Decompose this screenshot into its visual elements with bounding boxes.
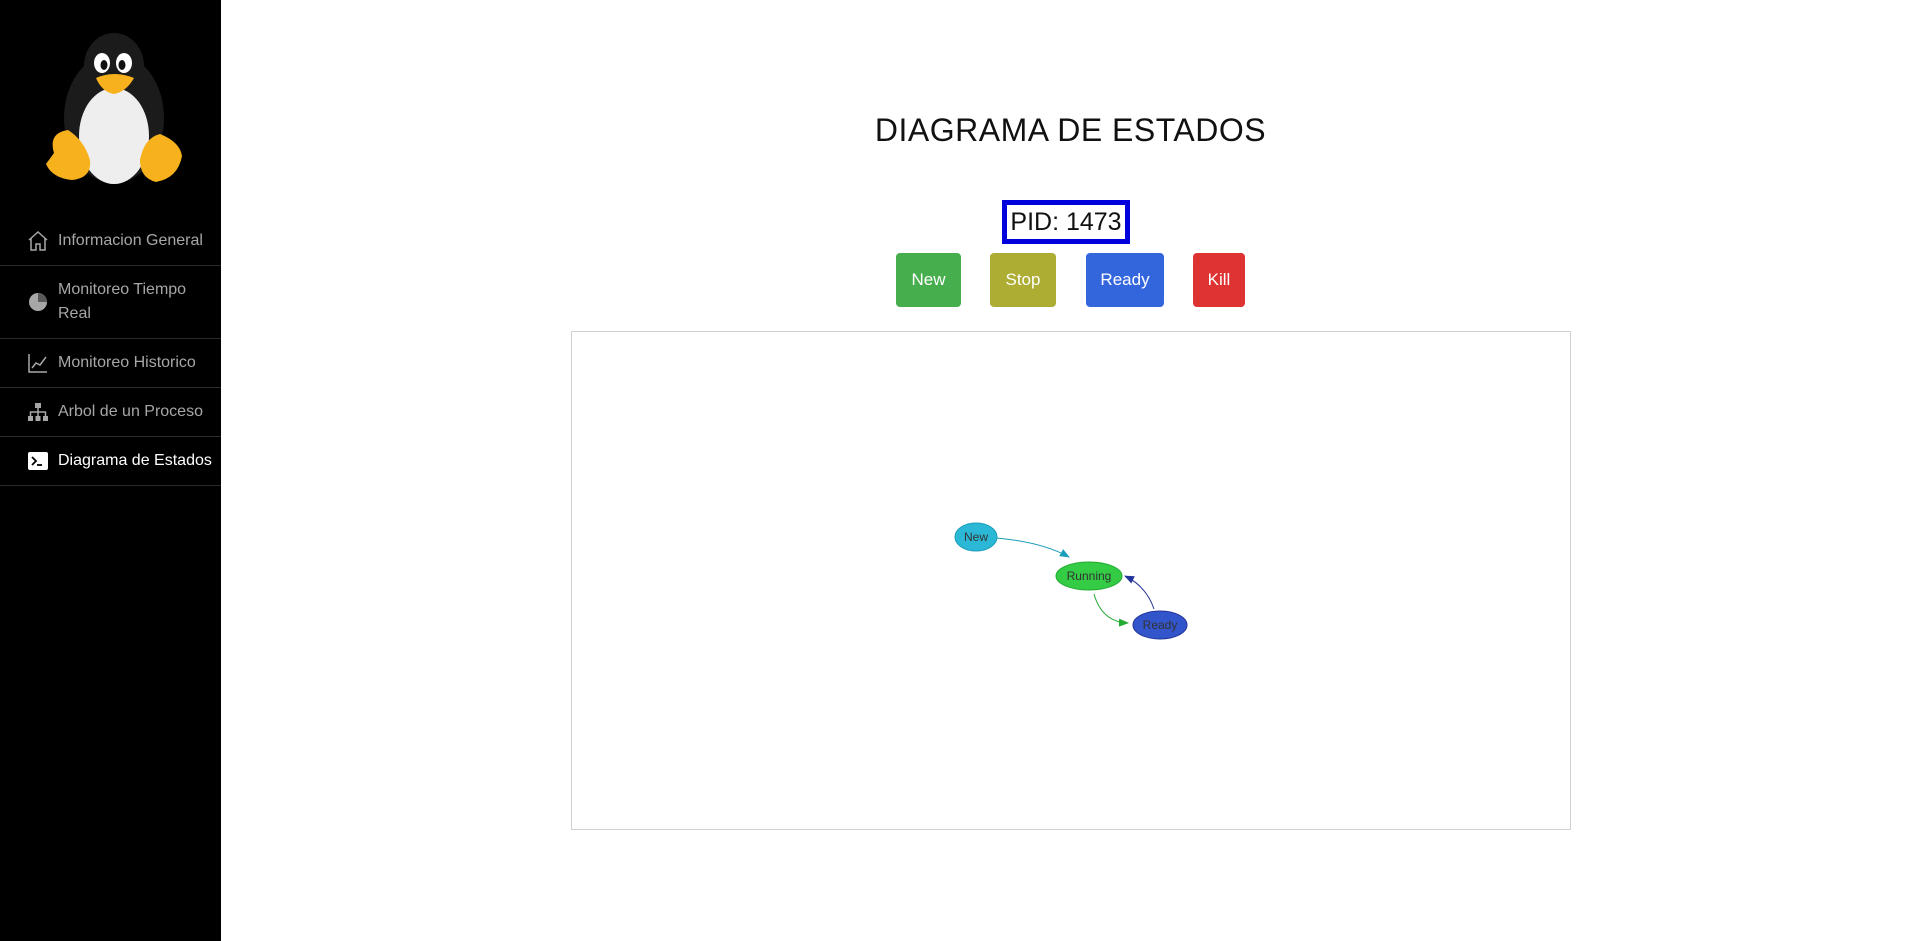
edge-ready-running [1124,575,1155,610]
kill-button[interactable]: Kill [1193,253,1245,307]
tux-penguin-logo [46,33,182,184]
terminal-icon [28,452,48,470]
state-diagram: New Running Ready [954,522,1188,640]
state-node-label: Running [1067,569,1112,583]
sitemap-icon [28,403,48,421]
sidebar-item-label: Informacion General [58,232,203,249]
sidebar-item-arbol-de-un-proceso[interactable]: Arbol de un Proceso [0,388,221,437]
line-chart-icon [28,354,47,373]
sidebar-item-label: Monitoreo Tiempo Real [58,281,187,322]
state-node-new[interactable]: New [954,522,998,552]
sidebar-item-monitoreo-tiempo-real[interactable]: Monitoreo Tiempo Real [0,266,221,339]
edge-new-running [995,537,1070,558]
ready-button[interactable]: Ready [1086,253,1164,307]
state-diagram-canvas[interactable]: New Running Ready [571,331,1571,830]
pie-chart-icon [29,293,47,311]
pid-label: PID: 1473 [1002,200,1130,244]
state-node-label: New [964,530,988,544]
new-button[interactable]: New [896,253,961,307]
state-node-label: Ready [1143,618,1178,632]
state-node-ready[interactable]: Ready [1132,610,1188,640]
sidebar-item-informacion-general[interactable]: Informacion General [0,217,221,266]
edge-running-ready [1093,593,1129,627]
page-title: DIAGRAMA DE ESTADOS [874,112,1267,148]
home-icon [28,230,48,251]
sidebar-item-label: Diagrama de Estados [58,452,212,469]
state-node-running[interactable]: Running [1055,561,1123,591]
sidebar-item-label: Monitoreo Historico [58,354,196,371]
sidebar-item-label: Arbol de un Proceso [58,403,203,420]
stop-button[interactable]: Stop [990,253,1056,307]
sidebar-nav: Informacion General Monitoreo Tiempo Rea… [0,217,221,486]
sidebar-item-monitoreo-historico[interactable]: Monitoreo Historico [0,339,221,388]
sidebar-item-diagrama-de-estados[interactable]: Diagrama de Estados [0,437,221,486]
sidebar: Informacion General Monitoreo Tiempo Rea… [0,0,221,941]
